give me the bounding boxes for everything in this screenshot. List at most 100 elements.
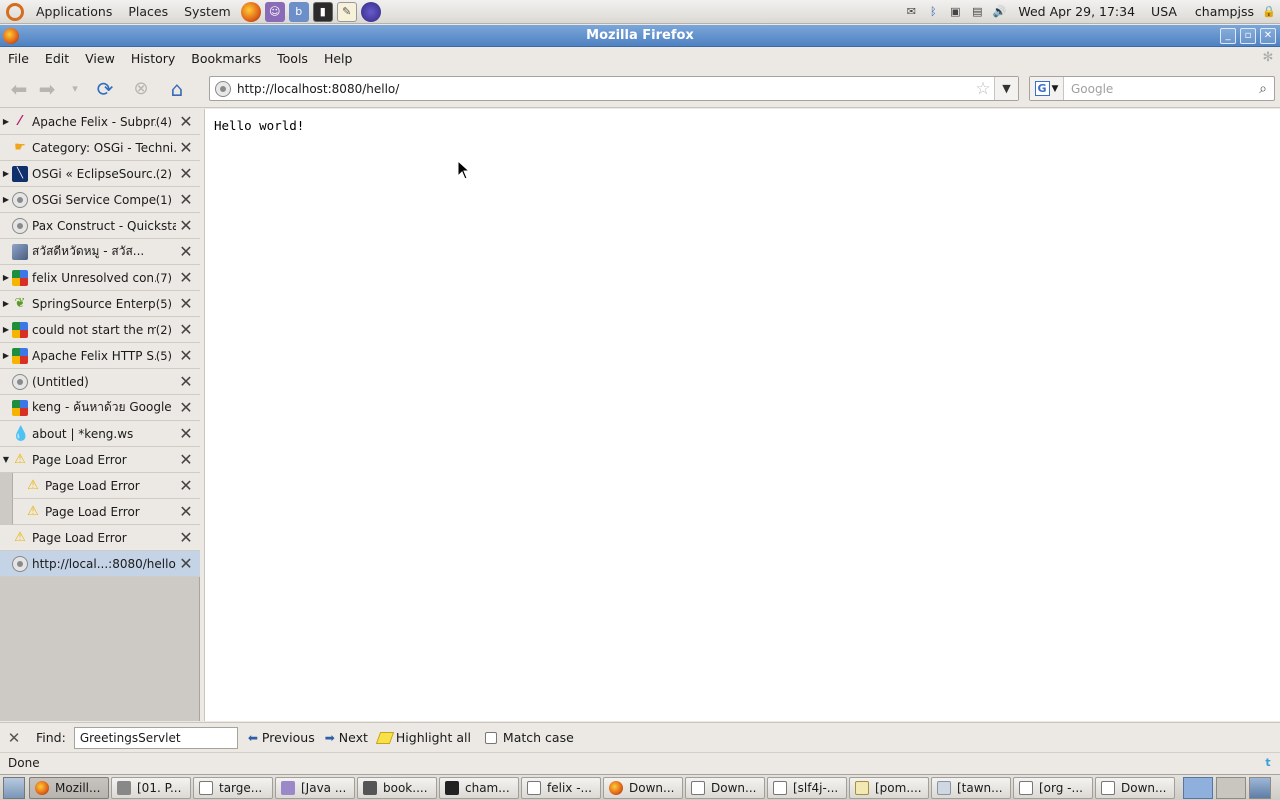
- firefox-window-icon[interactable]: [3, 28, 19, 44]
- show-desktop-icon[interactable]: [3, 776, 25, 799]
- twisty-collapsed-icon[interactable]: ▶: [0, 273, 12, 282]
- bookmark-star-icon[interactable]: ☆: [972, 79, 994, 99]
- url-bar[interactable]: http://localhost:8080/hello/ ☆ ▼: [209, 76, 1019, 101]
- terminal-icon[interactable]: ▮: [312, 1, 333, 22]
- search-bar[interactable]: G ▼ Google ⌕: [1029, 76, 1275, 101]
- search-engine-button[interactable]: G ▼: [1030, 77, 1064, 100]
- menu-view[interactable]: View: [77, 51, 123, 66]
- url-input[interactable]: http://localhost:8080/hello/: [237, 82, 972, 96]
- taskbar-button[interactable]: felix -...: [521, 776, 601, 799]
- taskbar-button[interactable]: cham...: [439, 776, 519, 799]
- bluetooth-icon[interactable]: ᛒ: [924, 4, 942, 20]
- twisty-collapsed-icon[interactable]: ▶: [0, 169, 12, 178]
- menu-file[interactable]: File: [0, 51, 37, 66]
- sidebar-tab[interactable]: ☛ Category: OSGi - Techni... ✕: [0, 135, 200, 161]
- minimize-icon[interactable]: _: [1220, 28, 1236, 44]
- close-tab-icon[interactable]: ✕: [176, 398, 196, 417]
- network-icon[interactable]: ▣: [946, 4, 964, 20]
- lock-icon[interactable]: 🔒: [1260, 4, 1278, 20]
- sidebar-tab[interactable]: ▼ ⚠ Page Load Error ✕: [0, 447, 200, 473]
- sidebar-tab[interactable]: 💧 about | *keng.ws ✕: [0, 421, 200, 447]
- close-tab-icon[interactable]: ✕: [176, 190, 196, 209]
- close-tab-icon[interactable]: ✕: [176, 424, 196, 443]
- trash-icon[interactable]: [1249, 776, 1271, 799]
- highlight-all-button[interactable]: Highlight all: [375, 730, 471, 745]
- taskbar-button[interactable]: Down...: [1095, 776, 1175, 799]
- sidebar-tab[interactable]: สวัสดีหวัดหมู - สวัส... ✕: [0, 239, 200, 265]
- close-tab-icon[interactable]: ✕: [176, 112, 196, 131]
- taskbar-button[interactable]: [pom....: [849, 776, 929, 799]
- history-dropdown-icon[interactable]: ▾: [61, 75, 89, 103]
- sidebar-tab[interactable]: ▶ ⁄ Apache Felix - Subpr... (4) ✕: [0, 109, 200, 135]
- close-tab-icon[interactable]: ✕: [176, 216, 196, 235]
- clock[interactable]: Wed Apr 29, 17:34: [1010, 4, 1143, 19]
- sidebar-tab[interactable]: keng - ค้นหาด้วย Google ✕: [0, 395, 200, 421]
- applications-menu[interactable]: Applications: [28, 0, 120, 24]
- close-tab-icon[interactable]: ✕: [176, 502, 196, 521]
- volume-icon[interactable]: 🔊: [990, 4, 1008, 20]
- close-tab-icon[interactable]: ✕: [176, 554, 196, 573]
- taskbar-button[interactable]: [Java ...: [275, 776, 355, 799]
- sidebar-tab[interactable]: Pax Construct - Quickstart ✕: [0, 213, 200, 239]
- find-previous-button[interactable]: ⬅ Previous: [248, 730, 315, 745]
- taskbar-button[interactable]: book....: [357, 776, 437, 799]
- window-titlebar[interactable]: Mozilla Firefox _ ▫ ✕: [0, 25, 1280, 47]
- locale-indicator[interactable]: USA: [1143, 4, 1185, 19]
- sidebar-tab[interactable]: (Untitled) ✕: [0, 369, 200, 395]
- close-tab-icon[interactable]: ✕: [176, 294, 196, 313]
- workspace-1[interactable]: [1183, 776, 1213, 799]
- menu-edit[interactable]: Edit: [37, 51, 77, 66]
- taskbar-button[interactable]: Mozill...: [29, 776, 109, 799]
- search-icon[interactable]: ⌕: [1252, 81, 1274, 97]
- find-input[interactable]: GreetingsServlet: [73, 726, 238, 749]
- taskbar-button[interactable]: Down...: [603, 776, 683, 799]
- sidebar-tab[interactable]: ⚠ Page Load Error ✕: [12, 499, 200, 525]
- taskbar-button[interactable]: Down...: [685, 776, 765, 799]
- close-tab-icon[interactable]: ✕: [176, 320, 196, 339]
- maximize-icon[interactable]: ▫: [1240, 28, 1256, 44]
- eclipse-icon[interactable]: [360, 1, 381, 22]
- close-tab-icon[interactable]: ✕: [176, 268, 196, 287]
- close-tab-icon[interactable]: ✕: [176, 138, 196, 157]
- site-identity-icon[interactable]: [215, 80, 231, 97]
- pidgin-icon[interactable]: ☺: [264, 1, 285, 22]
- close-window-icon[interactable]: ✕: [1260, 28, 1276, 44]
- close-tab-icon[interactable]: ✕: [176, 476, 196, 495]
- sidebar-tab[interactable]: ▶ OSGi Service Compe... (1) ✕: [0, 187, 200, 213]
- close-tab-icon[interactable]: ✕: [176, 346, 196, 365]
- close-tab-icon[interactable]: ✕: [176, 242, 196, 261]
- taskbar-button[interactable]: [slf4j-...: [767, 776, 847, 799]
- taskbar-button[interactable]: [org -...: [1013, 776, 1093, 799]
- taskbar-button[interactable]: [tawn...: [931, 776, 1011, 799]
- sidebar-tab[interactable]: ⚠ Page Load Error ✕: [12, 473, 200, 499]
- twisty-collapsed-icon[interactable]: ▶: [0, 351, 12, 360]
- places-menu[interactable]: Places: [120, 0, 176, 24]
- sidebar-tab[interactable]: http://local...:8080/hello/✕: [0, 551, 200, 577]
- sidebar-tab[interactable]: ▶ Apache Felix HTTP S... (5) ✕: [0, 343, 200, 369]
- menu-tools[interactable]: Tools: [269, 51, 316, 66]
- twisty-collapsed-icon[interactable]: ▶: [0, 299, 12, 308]
- sidebar-tab[interactable]: ▶ ╲ OSGi « EclipseSourc... (2) ✕: [0, 161, 200, 187]
- close-tab-icon[interactable]: ✕: [176, 164, 196, 183]
- sidebar-tab[interactable]: ⚠ Page Load Error ✕: [0, 525, 200, 551]
- sidebar-tab[interactable]: ▶ felix Unresolved con... (7) ✕: [0, 265, 200, 291]
- twisty-collapsed-icon[interactable]: ▶: [0, 117, 12, 126]
- mail-icon[interactable]: ✉: [902, 4, 920, 20]
- close-tab-icon[interactable]: ✕: [176, 528, 196, 547]
- search-input[interactable]: Google: [1064, 82, 1252, 96]
- close-tab-icon[interactable]: ✕: [176, 372, 196, 391]
- workspace-2[interactable]: [1216, 776, 1246, 799]
- stop-icon[interactable]: ⊗: [127, 75, 155, 103]
- sidebar-tab[interactable]: ▶ ❦ SpringSource Enterp... (5) ✕: [0, 291, 200, 317]
- system-menu[interactable]: System: [176, 0, 239, 24]
- network-manager-icon[interactable]: ▤: [968, 4, 986, 20]
- url-dropdown-icon[interactable]: ▼: [994, 77, 1018, 100]
- twisty-expanded-icon[interactable]: ▼: [0, 455, 12, 464]
- twisty-collapsed-icon[interactable]: ▶: [0, 195, 12, 204]
- user-name[interactable]: champjss: [1185, 4, 1258, 19]
- ubuntu-logo-icon[interactable]: [6, 2, 24, 21]
- taskbar-button[interactable]: targe...: [193, 776, 273, 799]
- text-editor-icon[interactable]: ✎: [336, 1, 357, 22]
- match-case-checkbox[interactable]: Match case: [484, 730, 574, 745]
- firefox-icon[interactable]: [240, 1, 261, 22]
